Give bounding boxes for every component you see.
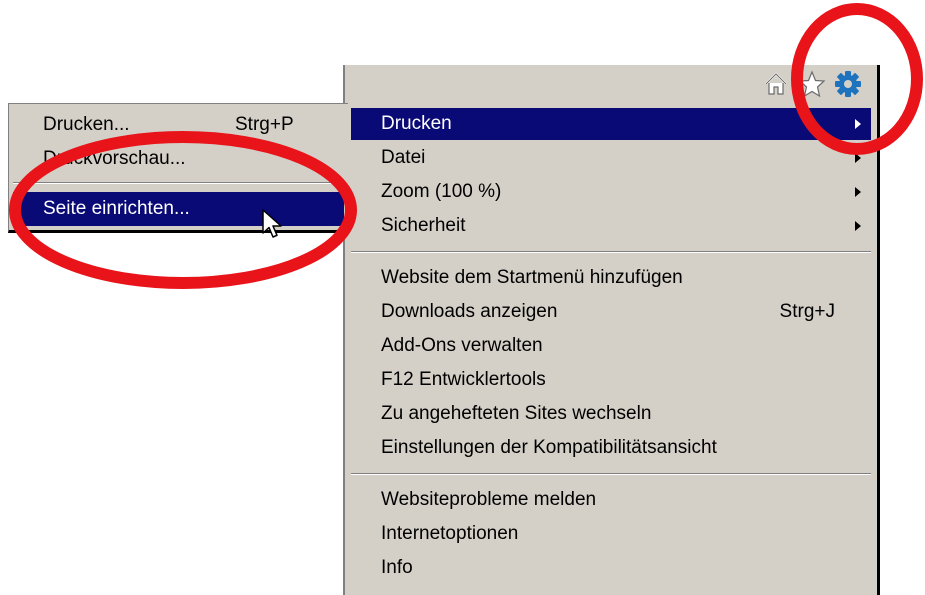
menu-item-label: Downloads anzeigen — [381, 301, 558, 322]
menu-item-label: F12 Entwicklertools — [381, 369, 546, 390]
print-submenu: Drucken... Strg+P Druckvorschau... Seite… — [8, 103, 348, 233]
menu-item-label: Internetoptionen — [381, 523, 519, 544]
submenu-item-drucken[interactable]: Drucken... Strg+P — [13, 108, 344, 142]
submenu-item-label: Druckvorschau... — [43, 148, 186, 169]
tools-menu: Drucken Datei Zoom (100 %) Sicherheit We… — [343, 65, 880, 595]
menu-item-compatibility[interactable]: Einstellungen der Kompatibilitätsansicht — [351, 432, 871, 464]
menu-item-label: Add-Ons verwalten — [381, 335, 543, 356]
menu-separator — [351, 251, 871, 253]
menu-item-zoom[interactable]: Zoom (100 %) — [351, 176, 871, 208]
menu-item-internet-options[interactable]: Internetoptionen — [351, 518, 871, 550]
submenu-arrow-icon — [855, 153, 861, 163]
menu-item-devtools[interactable]: F12 Entwicklertools — [351, 364, 871, 396]
menu-separator — [351, 473, 871, 475]
submenu-item-shortcut: Strg+P — [235, 114, 294, 135]
menu-item-label: Sicherheit — [381, 215, 466, 236]
menu-item-label: Drucken — [381, 113, 452, 134]
submenu-arrow-icon — [855, 221, 861, 231]
submenu-item-seite-einrichten[interactable]: Seite einrichten... — [13, 192, 344, 226]
menu-item-report-problems[interactable]: Websiteprobleme melden — [351, 484, 871, 516]
menu-item-info[interactable]: Info — [351, 552, 871, 584]
menu-item-shortcut: Strg+J — [779, 301, 835, 322]
menu-item-label: Zoom (100 %) — [381, 181, 502, 202]
menu-item-label: Einstellungen der Kompatibilitätsansicht — [381, 437, 717, 458]
submenu-item-label: Seite einrichten... — [43, 198, 190, 219]
menu-item-sicherheit[interactable]: Sicherheit — [351, 210, 871, 242]
menu-item-datei[interactable]: Datei — [351, 142, 871, 174]
menu-item-drucken[interactable]: Drucken — [351, 108, 871, 140]
menu-item-label: Datei — [381, 147, 426, 168]
menu-item-label: Zu angehefteten Sites wechseln — [381, 403, 652, 424]
submenu-item-label: Drucken... — [43, 114, 130, 135]
submenu-arrow-icon — [855, 119, 861, 129]
menu-item-downloads[interactable]: Downloads anzeigen Strg+J — [351, 296, 871, 328]
favorites-star-icon[interactable] — [797, 69, 827, 99]
menu-item-label: Websiteprobleme melden — [381, 489, 597, 510]
submenu-arrow-icon — [855, 187, 861, 197]
submenu-item-druckvorschau[interactable]: Druckvorschau... — [13, 142, 344, 176]
menu-item-website-startmenu[interactable]: Website dem Startmenü hinzufügen — [351, 262, 871, 294]
browser-toolbar — [761, 65, 863, 103]
home-icon[interactable] — [761, 69, 791, 99]
menu-item-addons[interactable]: Add-Ons verwalten — [351, 330, 871, 362]
menu-item-label: Website dem Startmenü hinzufügen — [381, 267, 683, 288]
gear-tools-icon[interactable] — [833, 69, 863, 99]
submenu-separator — [13, 182, 344, 184]
menu-item-label: Info — [381, 557, 413, 578]
menu-item-pinned-sites[interactable]: Zu angehefteten Sites wechseln — [351, 398, 871, 430]
